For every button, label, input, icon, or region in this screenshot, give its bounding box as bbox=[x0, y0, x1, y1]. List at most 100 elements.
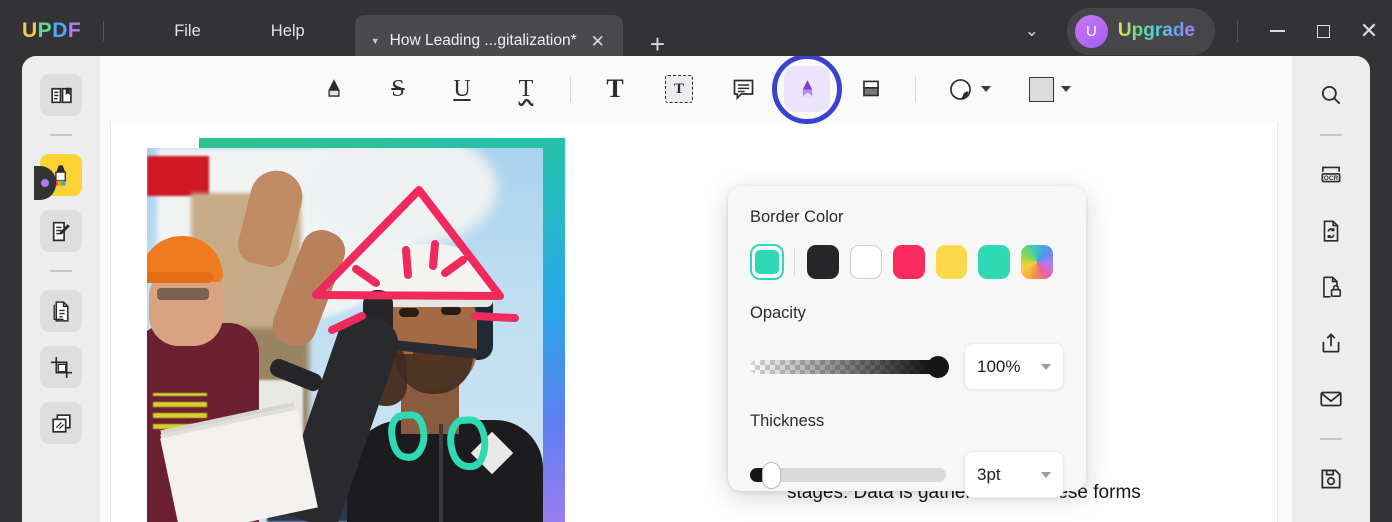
toolbar-divider bbox=[570, 76, 571, 102]
sidebar-divider bbox=[50, 270, 72, 272]
sidebar-edit[interactable] bbox=[40, 210, 82, 252]
tool-share[interactable] bbox=[1310, 322, 1352, 364]
menu-help[interactable]: Help bbox=[253, 16, 323, 47]
app-body: OCR stages. Data is gathered these forms… bbox=[0, 56, 1392, 522]
chevron-down-icon[interactable] bbox=[1041, 363, 1051, 370]
tool-text[interactable]: T bbox=[592, 66, 638, 112]
swatch-black[interactable] bbox=[806, 245, 839, 279]
tool-convert[interactable] bbox=[1310, 210, 1352, 252]
opacity-value-select[interactable]: 100% bbox=[964, 343, 1064, 390]
menu-file[interactable]: File bbox=[156, 16, 219, 47]
text-icon: T bbox=[606, 74, 624, 103]
email-icon bbox=[1320, 391, 1342, 407]
left-sidebar bbox=[22, 56, 100, 522]
tool-protect[interactable] bbox=[1310, 266, 1352, 308]
swatch-divider bbox=[793, 248, 795, 276]
logo-letter-p: P bbox=[37, 19, 53, 42]
tool-strikethrough[interactable]: S bbox=[375, 66, 421, 112]
close-icon[interactable]: ✕ bbox=[1346, 9, 1392, 53]
toolbar-divider bbox=[915, 76, 916, 102]
square-shape-icon bbox=[1029, 76, 1054, 102]
thickness-value-select[interactable]: 3pt bbox=[964, 451, 1064, 498]
thickness-value: 3pt bbox=[977, 464, 1001, 484]
logo-letter-d: D bbox=[52, 19, 68, 42]
app-logo: U P D F bbox=[22, 19, 81, 43]
tool-eraser[interactable] bbox=[848, 66, 894, 112]
tab-strip: ▼ How Leading ...gitalization* ✕ + bbox=[354, 0, 675, 67]
upgrade-button[interactable]: U Upgrade bbox=[1066, 7, 1215, 55]
sidebar-crop[interactable] bbox=[40, 346, 82, 388]
border-color-label: Border Color bbox=[750, 208, 844, 226]
svg-text:OCR: OCR bbox=[1324, 175, 1339, 182]
titlebar-right-group: ⌄ U Upgrade ✕ bbox=[1011, 7, 1392, 55]
swatch-yellow[interactable] bbox=[935, 245, 968, 279]
underline-icon: U bbox=[453, 75, 471, 102]
maximize-icon[interactable] bbox=[1300, 9, 1346, 53]
chevron-down-icon[interactable] bbox=[1041, 471, 1051, 478]
copy-pages-icon bbox=[51, 413, 71, 433]
titlebar-divider bbox=[103, 21, 105, 41]
sticky-note-icon bbox=[733, 79, 753, 100]
eraser-icon bbox=[863, 80, 879, 97]
sidebar-organize[interactable] bbox=[40, 290, 82, 332]
title-bar: U P D F File Help ▼ How Leading ...gital… bbox=[0, 0, 1392, 67]
tool-underline[interactable]: U bbox=[439, 66, 485, 112]
sidebar-divider bbox=[50, 134, 72, 136]
search-icon bbox=[1321, 85, 1341, 105]
pen-properties-popover: Border Color Opacity 100% Thickness 3pt bbox=[728, 186, 1086, 498]
tool-highlight[interactable] bbox=[311, 66, 357, 112]
thickness-slider[interactable] bbox=[750, 461, 946, 489]
opacity-slider-knob[interactable] bbox=[927, 355, 949, 378]
squiggly-underline-icon: T bbox=[518, 75, 534, 102]
chevron-down-icon[interactable] bbox=[981, 86, 991, 92]
chevron-down-icon[interactable]: ⌄ bbox=[1011, 13, 1053, 49]
annotation-toolbar: S U T T T bbox=[100, 56, 1292, 124]
swatch-rainbow[interactable] bbox=[1021, 245, 1053, 279]
logo-letter-u: U bbox=[22, 19, 38, 42]
tool-fill-color[interactable] bbox=[937, 66, 1001, 112]
tool-search[interactable] bbox=[1310, 74, 1352, 116]
swatch-white[interactable] bbox=[849, 245, 882, 279]
chevron-down-icon[interactable] bbox=[1061, 86, 1071, 92]
tab-title: How Leading ...gitalization* bbox=[389, 32, 577, 49]
opacity-slider[interactable] bbox=[750, 355, 949, 378]
thickness-slider-knob[interactable] bbox=[762, 461, 781, 489]
sidebar-batch[interactable] bbox=[40, 402, 82, 444]
strikethrough-icon: S bbox=[391, 75, 405, 102]
collapse-handle-dot bbox=[41, 179, 49, 187]
tool-email[interactable] bbox=[1310, 378, 1352, 420]
lock-document-icon bbox=[1323, 276, 1342, 298]
swatch-selected[interactable] bbox=[750, 244, 784, 280]
swatch-pink[interactable] bbox=[892, 245, 925, 279]
tool-ocr[interactable]: OCR bbox=[1310, 154, 1352, 196]
border-color-swatches bbox=[750, 244, 1064, 280]
sidebar-reader[interactable] bbox=[40, 74, 82, 116]
tool-note[interactable] bbox=[720, 66, 766, 112]
tool-save[interactable] bbox=[1310, 458, 1352, 500]
document-canvas: ayment ks off the o the last stages. Dat… bbox=[100, 56, 1292, 522]
opacity-value: 100% bbox=[977, 356, 1021, 376]
thickness-row: 3pt bbox=[750, 451, 1064, 498]
share-upload-icon bbox=[1322, 333, 1340, 353]
right-sidebar: OCR bbox=[1292, 56, 1370, 522]
close-icon[interactable]: ✕ bbox=[587, 31, 609, 52]
highlighter-marker-icon bbox=[328, 79, 340, 97]
chevron-down-icon[interactable]: ▼ bbox=[371, 36, 380, 46]
tool-squiggly[interactable]: T bbox=[503, 66, 549, 112]
opacity-row: 100% bbox=[750, 343, 1064, 390]
right-sidebar-divider bbox=[1320, 134, 1342, 136]
tool-textbox[interactable]: T bbox=[656, 66, 702, 112]
document-image[interactable] bbox=[147, 148, 543, 522]
thickness-label: Thickness bbox=[750, 412, 825, 430]
crop-icon bbox=[50, 356, 72, 378]
color-fill-icon bbox=[950, 78, 971, 100]
pencil-draw-icon bbox=[802, 79, 812, 96]
minimize-icon[interactable] bbox=[1254, 9, 1300, 53]
upgrade-label: Upgrade bbox=[1117, 20, 1195, 41]
opacity-label: Opacity bbox=[750, 304, 806, 322]
tool-pencil[interactable] bbox=[772, 56, 842, 124]
page-list-icon bbox=[53, 300, 69, 322]
swatch-teal[interactable] bbox=[978, 245, 1011, 279]
tool-shape[interactable] bbox=[1019, 66, 1081, 112]
text-box-icon: T bbox=[665, 75, 693, 103]
